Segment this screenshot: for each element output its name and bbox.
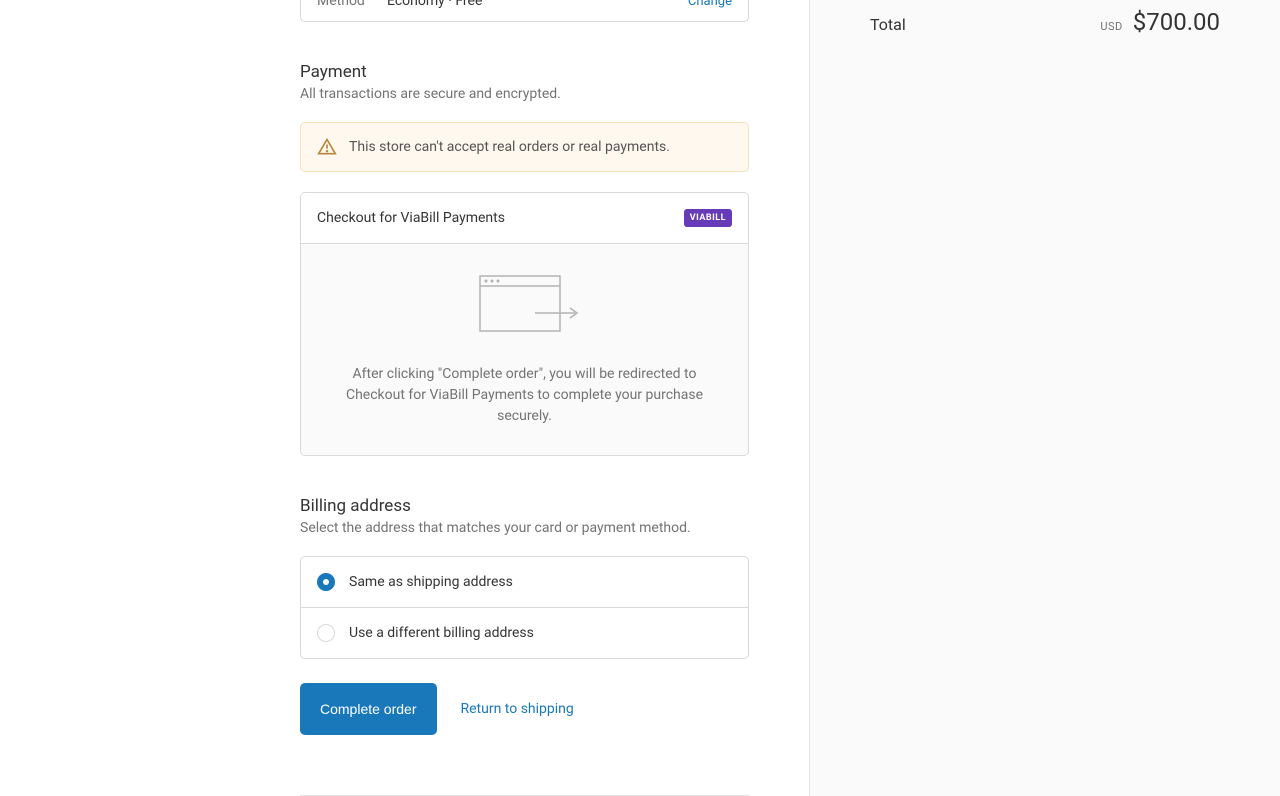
- warning-banner: This store can't accept real orders or r…: [300, 122, 749, 172]
- viabill-badge: VIABILL: [684, 209, 732, 227]
- billing-same-label: Same as shipping address: [349, 574, 513, 590]
- radio-unselected-icon: [317, 624, 335, 642]
- summary-box: Method Economy · Free Change: [300, 0, 749, 22]
- billing-subtitle: Select the address that matches your car…: [300, 520, 749, 536]
- payment-title: Payment: [300, 62, 749, 82]
- order-summary-sidebar: Total USD $700.00: [810, 0, 1280, 796]
- currency-label: USD: [1100, 20, 1122, 33]
- total-amount: $700.00: [1133, 8, 1220, 36]
- total-row: Total USD $700.00: [870, 0, 1220, 44]
- billing-different-label: Use a different billing address: [349, 625, 534, 641]
- method-row: Method Economy · Free Change: [301, 0, 748, 21]
- payment-description: After clicking "Complete order", you wil…: [337, 364, 712, 427]
- billing-different-option[interactable]: Use a different billing address: [301, 607, 748, 658]
- billing-section: Billing address Select the address that …: [300, 496, 749, 659]
- actions-row: Complete order Return to shipping: [300, 683, 749, 735]
- return-to-shipping-link[interactable]: Return to shipping: [461, 701, 574, 717]
- payment-subtitle: All transactions are secure and encrypte…: [300, 86, 749, 102]
- warning-icon: [317, 137, 337, 157]
- payment-section: Payment All transactions are secure and …: [300, 62, 749, 456]
- payment-option-header[interactable]: Checkout for ViaBill Payments VIABILL: [301, 193, 748, 244]
- radio-selected-icon: [317, 573, 335, 591]
- method-value: Economy · Free: [387, 0, 688, 9]
- payment-body: After clicking "Complete order", you wil…: [301, 244, 748, 455]
- payment-option-label: Checkout for ViaBill Payments: [317, 210, 505, 226]
- billing-title: Billing address: [300, 496, 749, 516]
- change-method-link[interactable]: Change: [688, 0, 732, 9]
- redirect-illustration-icon: [465, 268, 585, 348]
- billing-same-option[interactable]: Same as shipping address: [301, 557, 748, 607]
- complete-order-button[interactable]: Complete order: [300, 683, 437, 735]
- payment-method-box: Checkout for ViaBill Payments VIABILL: [300, 192, 749, 456]
- method-label: Method: [317, 0, 387, 9]
- total-label: Total: [870, 15, 906, 34]
- billing-radio-group: Same as shipping address Use a different…: [300, 556, 749, 659]
- warning-text: This store can't accept real orders or r…: [349, 139, 670, 155]
